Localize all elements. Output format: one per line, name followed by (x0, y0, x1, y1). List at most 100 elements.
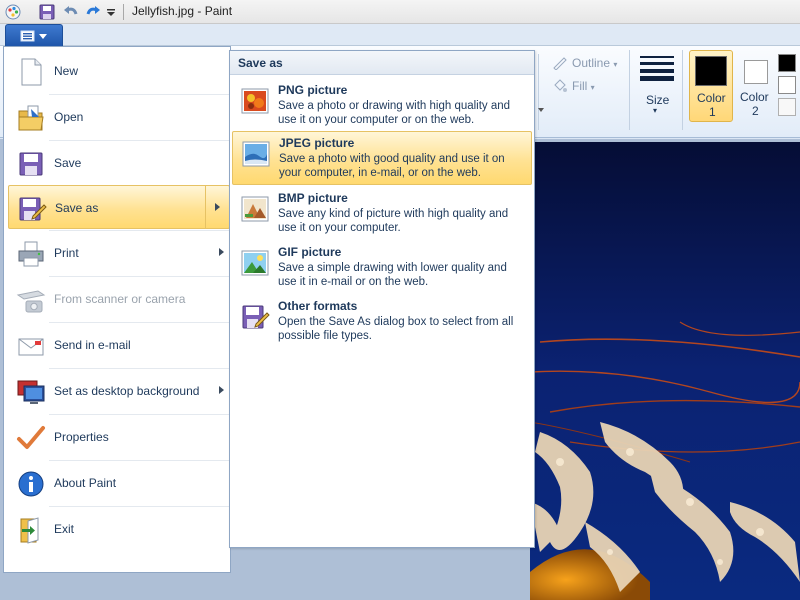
redo-icon[interactable] (84, 3, 102, 21)
color1-label: Color (697, 91, 726, 105)
ribbon-group-edge (538, 54, 544, 130)
title-bar: Jellyfish.jpg - Paint (0, 0, 800, 24)
menu-item-label: From scanner or camera (54, 292, 186, 306)
menu-item-send-in-email[interactable]: Send in e-mail (8, 323, 230, 367)
outline-icon (553, 57, 567, 70)
menu-item-save[interactable]: Save (8, 141, 230, 185)
toolbar-separator (123, 4, 124, 20)
save-disk-icon (19, 152, 43, 176)
menu-item-about-paint[interactable]: About Paint (8, 461, 230, 505)
exit-icon (20, 517, 39, 544)
color2-number: 2 (752, 104, 759, 118)
fill-icon (554, 79, 567, 92)
menu-dropdown-icon (20, 30, 47, 42)
save-as-png[interactable]: PNG picture Save a photo or drawing with… (232, 79, 532, 131)
undo-icon[interactable] (62, 3, 80, 21)
outline-label: Outline (572, 56, 611, 70)
paint-menu: New Open Save Save as Print From scanner… (3, 46, 231, 573)
size-button[interactable]: Size ▾ (637, 50, 677, 130)
format-title: GIF picture (278, 245, 342, 259)
image-canvas[interactable] (530, 142, 800, 600)
menu-item-label: Properties (54, 430, 109, 444)
menu-item-label: New (54, 64, 79, 78)
open-folder-icon (18, 105, 44, 131)
ribbon-separator (629, 50, 630, 130)
menu-item-label: Exit (54, 522, 75, 536)
color2-label: Color (740, 90, 769, 104)
paint-menu-button[interactable] (5, 24, 63, 46)
color2-button[interactable]: Color 2 (738, 50, 774, 122)
line-size-icon (640, 56, 674, 81)
ribbon-separator (682, 50, 683, 130)
info-icon (18, 471, 44, 497)
bmp-picture-icon (241, 196, 269, 222)
submenu-arrow-icon (215, 203, 220, 211)
menu-item-open[interactable]: Open (8, 95, 230, 139)
save-icon[interactable] (38, 3, 56, 21)
jellyfish-image (530, 142, 800, 600)
format-title: BMP picture (278, 191, 348, 205)
window-title: Jellyfish.jpg - Paint (132, 4, 233, 18)
desktop-background-icon (17, 380, 45, 404)
paint-app-icon[interactable] (4, 3, 22, 21)
format-description: Save a simple drawing with lower quality… (278, 262, 507, 288)
save-as-icon (19, 197, 47, 221)
menu-item-set-as-desktop-background[interactable]: Set as desktop background (8, 369, 230, 413)
menu-item-label: Set as desktop background (54, 384, 200, 398)
format-description: Save a photo with good quality and use i… (279, 153, 505, 179)
submenu-title: Save as (238, 56, 283, 70)
format-title: JPEG picture (279, 136, 355, 150)
menu-item-label: Print (54, 246, 79, 260)
fill-button[interactable]: Fill ▾ (572, 79, 595, 93)
menu-item-label: Open (54, 110, 84, 124)
menu-item-label: Save as (55, 201, 99, 215)
menu-item-from-scanner-or-camera[interactable]: From scanner or camera (8, 277, 230, 321)
scanner-camera-icon (16, 290, 46, 313)
menu-item-label: Save (54, 156, 82, 170)
fill-dropdown-icon: ▾ (590, 83, 595, 92)
palette-color-white[interactable] (778, 76, 796, 94)
properties-checkmark-icon (17, 426, 45, 449)
save-as-other-formats[interactable]: Other formats Open the Save As dialog bo… (232, 295, 532, 347)
menu-item-label: Send in e-mail (54, 338, 131, 352)
save-as-bmp[interactable]: BMP picture Save any kind of picture wit… (232, 187, 532, 239)
format-description: Save any kind of picture with high quali… (278, 208, 509, 234)
menu-item-new[interactable]: New (8, 49, 230, 93)
size-label: Size (646, 93, 670, 107)
format-title: Other formats (278, 299, 358, 313)
menu-item-properties[interactable]: Properties (8, 415, 230, 459)
color1-button[interactable]: Color 1 (689, 50, 733, 122)
submenu-header: Save as (230, 51, 534, 75)
fill-label: Fill (572, 79, 588, 93)
color1-number: 1 (709, 105, 716, 119)
ribbon-tab-strip (0, 24, 800, 46)
email-icon (18, 338, 44, 356)
gif-picture-icon (241, 250, 269, 276)
format-description: Open the Save As dialog box to select fr… (278, 316, 514, 342)
submenu-arrow-icon (219, 386, 224, 394)
jpeg-picture-icon (242, 141, 270, 167)
format-description: Save a photo or drawing with high qualit… (278, 100, 511, 126)
printer-icon (18, 241, 44, 267)
size-dropdown-icon: ▾ (653, 106, 658, 115)
other-formats-icon (242, 305, 270, 329)
save-as-submenu: Save as PNG picture Save a photo or draw… (229, 50, 535, 548)
outline-button[interactable]: Outline ▾ (572, 56, 617, 70)
color2-swatch (744, 60, 768, 84)
save-as-jpeg[interactable]: JPEG picture Save a photo with good qual… (232, 131, 532, 185)
color1-swatch (695, 56, 727, 86)
menu-item-print[interactable]: Print (8, 231, 230, 275)
menu-item-exit[interactable]: Exit (8, 507, 230, 551)
submenu-arrow-icon (219, 248, 224, 256)
palette-color-empty[interactable] (778, 98, 796, 116)
scroll-arrow-icon (538, 108, 544, 112)
outline-dropdown-icon: ▾ (613, 60, 618, 69)
palette-color-black[interactable] (778, 54, 796, 72)
menu-item-save-as[interactable]: Save as (8, 185, 230, 229)
customize-dropdown-icon[interactable] (104, 3, 118, 21)
menu-item-label: About Paint (54, 476, 117, 490)
format-title: PNG picture (278, 83, 348, 97)
png-picture-icon (241, 88, 269, 114)
new-file-icon (21, 58, 42, 86)
save-as-gif[interactable]: GIF picture Save a simple drawing with l… (232, 241, 532, 293)
